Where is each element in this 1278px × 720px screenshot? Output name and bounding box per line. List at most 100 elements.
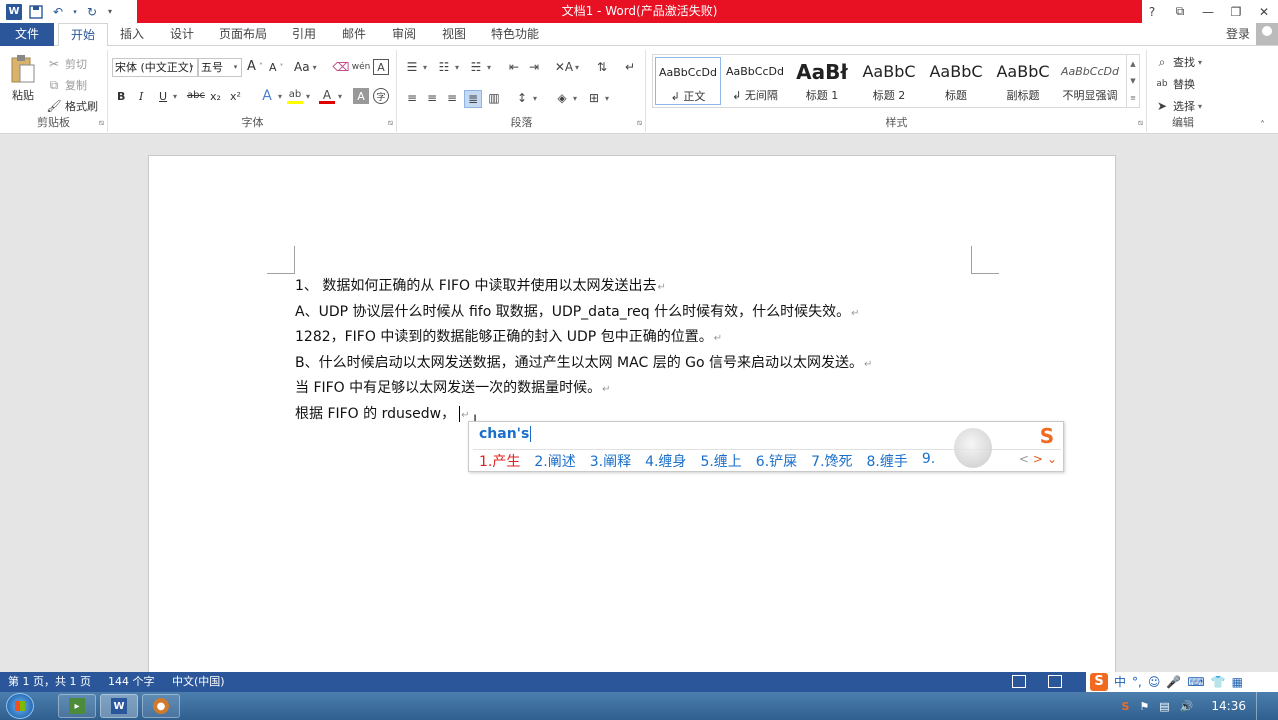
page-count[interactable]: 第 1 页，共 1 页: [8, 672, 91, 692]
align-left-button[interactable]: ≡: [404, 90, 420, 106]
enclose-chars-button[interactable]: 字: [373, 88, 389, 104]
chevron-down-icon[interactable]: ▼: [1130, 77, 1135, 85]
taskbar-app[interactable]: ●: [142, 694, 180, 718]
clock[interactable]: 14:36: [1211, 699, 1246, 713]
replace-button[interactable]: ab 替换: [1154, 76, 1195, 92]
styles-launcher-icon[interactable]: ⧅: [1138, 118, 1143, 128]
align-right-button[interactable]: ≡: [444, 90, 460, 106]
tab-design[interactable]: 设计: [162, 23, 202, 46]
shading-button[interactable]: ◈ ▾: [554, 90, 577, 106]
numbering-button[interactable]: ☷ ▾: [436, 59, 459, 75]
sort-button[interactable]: ⇅: [594, 59, 610, 75]
superscript-button[interactable]: x²: [230, 90, 241, 103]
line-spacing-button[interactable]: ↕ ▾: [514, 90, 537, 106]
distributed-button[interactable]: ▥: [486, 90, 502, 106]
word-app-icon[interactable]: W: [6, 3, 22, 20]
skin-icon[interactable]: 👕: [1211, 672, 1226, 692]
style-heading-1[interactable]: AaBł 标题 1: [789, 57, 855, 105]
paragraph[interactable]: 1282，FIFO 中读到的数据能够正确的封入 UDP 包中正确的位置。↵: [295, 327, 722, 347]
ribbon-display-options-button[interactable]: ⧉: [1166, 0, 1194, 23]
language-indicator[interactable]: 中文(中国): [172, 672, 225, 692]
tab-page-layout[interactable]: 页面布局: [212, 23, 274, 46]
increase-indent-button[interactable]: ⇥: [526, 59, 542, 75]
microphone-icon[interactable]: 🎤: [1166, 672, 1181, 692]
tab-insert[interactable]: 插入: [112, 23, 152, 46]
more-styles-icon[interactable]: ≡: [1130, 94, 1136, 102]
paragraph[interactable]: 当 FIFO 中有足够以太网发送一次的数据量时候。↵: [295, 378, 611, 398]
show-desktop-button[interactable]: [1256, 692, 1268, 720]
taskbar-app-word[interactable]: W: [100, 694, 138, 718]
tab-file[interactable]: 文件: [0, 23, 54, 46]
volume-icon[interactable]: 🔊: [1180, 700, 1194, 713]
font-color-button[interactable]: A ▾: [319, 88, 342, 104]
style-subtle-emphasis[interactable]: AaBbCcDd 不明显强调: [1057, 57, 1123, 105]
ime-candidate[interactable]: 4.缠身: [645, 451, 686, 471]
flag-icon[interactable]: ⚑: [1139, 700, 1149, 713]
taskbar-app[interactable]: ▸: [58, 694, 96, 718]
ime-candidate[interactable]: 3.阐释: [590, 451, 631, 471]
clipboard-launcher-icon[interactable]: ⧅: [99, 118, 104, 128]
word-count[interactable]: 144 个字: [108, 672, 155, 692]
ime-mode-indicator[interactable]: 中: [1114, 672, 1126, 692]
bullets-button[interactable]: ☰ ▾: [404, 59, 427, 75]
ime-candidate[interactable]: 6.铲屎: [756, 451, 797, 471]
read-mode-icon[interactable]: [1012, 675, 1026, 688]
phonetic-guide-button[interactable]: wén: [352, 59, 371, 75]
chevron-down-icon[interactable]: ▾: [186, 59, 197, 76]
qat-customize-icon[interactable]: ▾: [106, 4, 114, 20]
avatar[interactable]: [1256, 23, 1278, 45]
minimize-button[interactable]: —: [1194, 0, 1222, 23]
asian-layout-button[interactable]: ✕A ▾: [555, 59, 579, 75]
style-no-spacing[interactable]: AaBbCcDd ↲ 无间隔: [722, 57, 788, 105]
help-button[interactable]: ?: [1138, 0, 1166, 23]
collapse-ribbon-icon[interactable]: ˄: [1260, 120, 1265, 131]
copy-button[interactable]: ⧉ 复制: [46, 77, 87, 93]
ime-candidate[interactable]: 1.产生: [479, 451, 520, 471]
tab-references[interactable]: 引用: [284, 23, 324, 46]
style-heading-2[interactable]: AaBbC 标题 2: [856, 57, 922, 105]
ime-candidate[interactable]: 9.: [922, 451, 935, 471]
style-normal[interactable]: AaBbCcDd ↲ 正文: [655, 57, 721, 105]
undo-dropdown-icon[interactable]: ▾: [72, 4, 78, 20]
chevron-right-icon[interactable]: >: [1033, 452, 1043, 466]
change-case-button[interactable]: Aa ▾: [294, 60, 317, 74]
toolbox-icon[interactable]: ▦: [1232, 672, 1243, 692]
text-effects-button[interactable]: A ▾: [259, 88, 282, 104]
subscript-button[interactable]: x₂: [210, 90, 221, 103]
styles-gallery-scroll[interactable]: ▲ ▼ ≡: [1126, 55, 1139, 107]
italic-button[interactable]: I: [139, 90, 143, 103]
char-shading-button[interactable]: A: [353, 88, 369, 104]
print-layout-icon[interactable]: [1048, 675, 1062, 688]
network-icon[interactable]: ▤: [1159, 700, 1169, 713]
tab-special-features[interactable]: 特色功能: [484, 23, 546, 46]
tab-review[interactable]: 审阅: [384, 23, 424, 46]
find-button[interactable]: ⌕ 查找 ▾: [1154, 54, 1202, 70]
style-title[interactable]: AaBbC 标题: [923, 57, 989, 105]
justify-button[interactable]: ≣: [464, 90, 482, 108]
redo-icon[interactable]: ↻: [84, 4, 100, 20]
paragraph[interactable]: B、什么时候启动以太网发送数据，通过产生以太网 MAC 层的 Go 信号来启动以…: [295, 353, 872, 373]
bold-button[interactable]: B: [117, 90, 125, 103]
grow-font-button[interactable]: A ˄: [247, 59, 263, 74]
keyboard-icon[interactable]: ⌨: [1187, 672, 1204, 692]
login-link[interactable]: 登录: [1226, 23, 1250, 46]
paragraph[interactable]: 1、 数据如何正确的从 FIFO 中读取并使用以太网发送出去↵: [295, 276, 666, 296]
style-subtitle[interactable]: AaBbC 副标题: [990, 57, 1056, 105]
strikethrough-button[interactable]: abc: [187, 90, 205, 101]
multilevel-list-button[interactable]: ☵ ▾: [468, 59, 491, 75]
sogou-logo-icon[interactable]: S: [1033, 423, 1061, 449]
sogou-tray-icon[interactable]: S: [1121, 700, 1129, 713]
font-launcher-icon[interactable]: ⧅: [388, 118, 393, 128]
undo-icon[interactable]: ↶: [50, 4, 66, 20]
expand-icon[interactable]: ⌄: [1047, 452, 1057, 466]
clear-format-button[interactable]: ⌫: [333, 59, 350, 75]
font-size-combo[interactable]: 五号 ▾: [198, 58, 242, 77]
borders-button[interactable]: ⊞ ▾: [586, 90, 609, 106]
align-center-button[interactable]: ≡: [424, 90, 440, 106]
paragraph[interactable]: A、UDP 协议层什么时候从 fifo 取数据，UDP_data_req 什么时…: [295, 302, 860, 322]
chevron-up-icon[interactable]: ▲: [1130, 60, 1135, 68]
paragraph[interactable]: 根据 FIFO 的 rdusedw， ↵: [295, 404, 470, 424]
paragraph-launcher-icon[interactable]: ⧅: [637, 118, 642, 128]
underline-dropdown[interactable]: ▾: [173, 92, 177, 101]
emoji-icon[interactable]: ☺: [1148, 672, 1161, 692]
